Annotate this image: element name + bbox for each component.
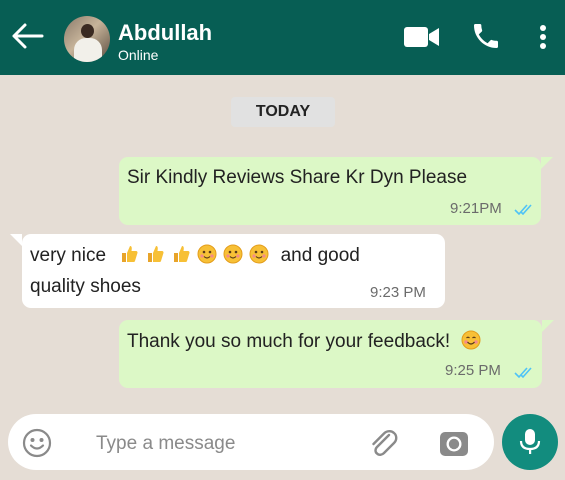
attach-icon[interactable] <box>366 426 400 460</box>
message-outgoing[interactable]: Sir Kindly Reviews Share Kr Dyn Please 9… <box>119 157 553 225</box>
message-composer <box>8 414 494 470</box>
mic-icon <box>519 429 541 454</box>
video-call-icon[interactable] <box>404 26 440 48</box>
smiling-face-blush-emoji-icon <box>461 330 481 350</box>
smiling-face-emoji-icon <box>223 244 243 264</box>
read-ticks-icon <box>514 367 532 379</box>
chat-area: TODAY Sir Kindly Reviews Share Kr Dyn Pl… <box>0 75 565 407</box>
mic-button[interactable] <box>502 414 558 470</box>
date-divider: TODAY <box>231 97 335 127</box>
read-ticks-icon <box>514 204 532 216</box>
message-text-start: very nice <box>30 245 107 266</box>
bubble-tail <box>541 157 553 169</box>
message-text: Sir Kindly Reviews Share Kr Dyn Please <box>127 167 468 188</box>
message-time: 9:25 PM <box>445 362 501 379</box>
message-time: 9:21PM <box>450 200 502 217</box>
more-options-icon[interactable] <box>533 22 553 52</box>
message-incoming[interactable]: very nice and good quality shoes 9:23 PM <box>10 234 445 308</box>
camera-icon[interactable] <box>438 427 470 459</box>
message-outgoing[interactable]: Thank you so much for your feedback! 9:2… <box>119 320 554 388</box>
avatar[interactable] <box>64 16 110 62</box>
message-text: very nice and good <box>30 244 360 267</box>
message-time: 9:23 PM <box>370 284 426 301</box>
message-text-end: and good <box>280 245 360 266</box>
phone-icon[interactable] <box>470 20 502 52</box>
bubble-tail <box>542 320 554 332</box>
message-text-line2: quality shoes <box>30 276 141 297</box>
message-text: Thank you so much for your feedback! <box>127 330 487 353</box>
contact-name[interactable]: Abdullah <box>118 20 212 46</box>
emoji-icon[interactable] <box>22 428 52 458</box>
smiling-face-emoji-icon <box>249 244 269 264</box>
back-arrow-icon[interactable] <box>10 22 44 50</box>
message-input[interactable] <box>94 430 348 458</box>
avatar-figure-body <box>74 38 102 62</box>
thumbs-up-emoji-icon <box>148 246 164 262</box>
thumbs-up-emoji-icon <box>174 246 190 262</box>
contact-status: Online <box>118 47 159 63</box>
smiling-face-emoji-icon <box>197 244 217 264</box>
chat-header: Abdullah Online <box>0 0 565 75</box>
avatar-figure-head <box>81 24 94 38</box>
message-text-body: Thank you so much for your feedback! <box>127 331 451 352</box>
thumbs-up-emoji-icon <box>122 246 138 262</box>
bubble-tail <box>10 234 22 246</box>
